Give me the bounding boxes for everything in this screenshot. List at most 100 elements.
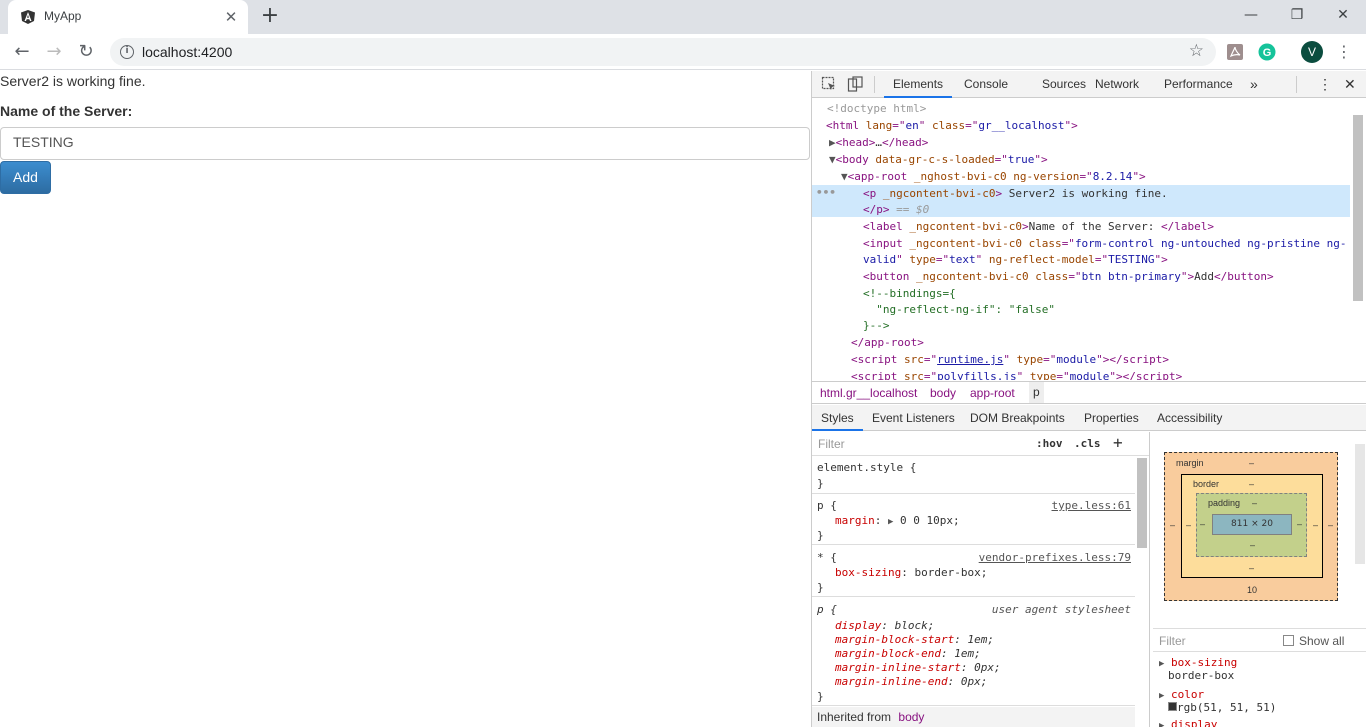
pdf-extension-icon[interactable] [1226, 43, 1244, 61]
inspect-icon[interactable] [821, 76, 837, 92]
tab-styles[interactable]: Styles [812, 405, 863, 431]
breadcrumb-html[interactable]: html.gr__localhost [820, 386, 917, 400]
tab-performance[interactable]: Performance [1164, 71, 1233, 98]
server-name-label: Name of the Server: [0, 103, 133, 119]
bookmark-star-icon[interactable]: ☆ [1189, 41, 1204, 61]
border-bottom-value: – [1249, 563, 1255, 573]
box-sizing-declaration[interactable]: box-sizing: border-box; [835, 566, 987, 580]
p-close-node: </p> == $0 [863, 203, 930, 216]
styles-scrollbar[interactable] [1137, 458, 1147, 548]
star-selector: * { [817, 551, 837, 564]
breadcrumb-p[interactable]: p [1029, 382, 1044, 403]
ua-display: display: block; [835, 619, 935, 632]
reload-icon[interactable]: ↻ [73, 39, 99, 65]
box-model-border: border – – – – padding – – – – 811 × 20 [1181, 474, 1323, 578]
rule-p-type-less: p { type.less:61 margin: ▶ 0 0 10px; } [812, 495, 1135, 545]
address-bar[interactable]: i localhost:4200 ☆ [110, 38, 1216, 66]
more-tabs-icon[interactable]: » [1250, 71, 1258, 98]
tab-elements[interactable]: Elements [884, 71, 953, 98]
styles-filter-input[interactable]: Filter [818, 437, 845, 451]
border-right-value: – [1313, 520, 1319, 530]
menu-icon[interactable]: ⋮ [1336, 41, 1352, 63]
info-icon[interactable]: i [120, 45, 134, 59]
tab-properties[interactable]: Properties [1084, 405, 1139, 431]
p-node[interactable]: <p _ngcontent-bvi-c0> Server2 is working… [863, 186, 1168, 202]
hov-button[interactable]: :hov [1036, 437, 1063, 450]
padding-right-value: – [1297, 519, 1303, 529]
new-tab-icon[interactable]: + [258, 5, 282, 29]
new-rule-icon[interactable]: + [1113, 433, 1123, 452]
rule-star-vendor: * { vendor-prefixes.less:79 box-sizing: … [812, 546, 1135, 597]
tab-accessibility[interactable]: Accessibility [1157, 405, 1222, 431]
close-icon[interactable]: ✕ [222, 8, 240, 26]
styles-filter-bar: Filter :hov .cls + [812, 432, 1149, 456]
ua-margin-inline-end: margin-inline-end: 0px; [835, 675, 988, 688]
cls-button[interactable]: .cls [1074, 437, 1101, 450]
app-root-node[interactable]: ▼<app-root _nghost-bvi-c0 ng-version="8.… [841, 169, 1146, 185]
script-polyfills-node[interactable]: <script src="polyfills.js" type="module"… [851, 369, 1182, 380]
tab-event-listeners[interactable]: Event Listeners [872, 405, 955, 431]
body-node[interactable]: ▼<body data-gr-c-s-loaded="true"> [829, 152, 1048, 168]
separator [1296, 76, 1297, 93]
status-message: Server2 is working fine. [0, 73, 146, 89]
angular-icon [21, 10, 35, 24]
avatar[interactable]: V [1301, 41, 1323, 63]
breadcrumb-app-root[interactable]: app-root [970, 386, 1015, 400]
comment-line-3: }--> [863, 319, 890, 332]
computed-scrollbar[interactable] [1355, 444, 1365, 564]
browser-tab[interactable]: MyApp ✕ [8, 0, 248, 34]
grammarly-icon[interactable]: G [1258, 43, 1276, 61]
source-link-vendor-prefixes[interactable]: vendor-prefixes.less:79 [979, 551, 1131, 564]
margin-declaration[interactable]: margin: ▶ 0 0 10px; [835, 514, 960, 529]
computed-color[interactable]: ▶ color rgb(51, 51, 51) [1159, 688, 1276, 714]
color-swatch[interactable] [1168, 702, 1177, 711]
computed-pane: margin – – – 10 border – – – – padding –… [1153, 432, 1366, 727]
ellipsis-icon[interactable]: ••• [816, 185, 836, 201]
dom-tree: <!doctype html> <html lang="en" class="g… [812, 99, 1352, 380]
breadcrumb: html.gr__localhost body app-root p [812, 381, 1366, 404]
svg-text:G: G [1263, 47, 1272, 59]
computed-filter-input[interactable]: Filter [1159, 634, 1186, 648]
inherited-body-link[interactable]: body [898, 710, 924, 724]
restore-icon[interactable]: ❐ [1274, 0, 1320, 30]
head-node[interactable]: ▶<head>…</head> [829, 135, 928, 151]
tab-console[interactable]: Console [964, 71, 1008, 98]
box-model-content: 811 × 20 [1212, 514, 1292, 535]
tab-strip: MyApp ✕ + — ❐ ✕ [0, 0, 1366, 34]
server-name-input[interactable]: TESTING [0, 127, 810, 160]
ua-margin-block-end: margin-block-end: 1em; [835, 647, 981, 660]
box-model-padding: padding – – – – 811 × 20 [1196, 493, 1307, 557]
forward-icon[interactable]: → [41, 39, 67, 65]
inherited-from-label: Inherited from [817, 710, 892, 724]
border-left-value: – [1186, 520, 1192, 530]
computed-display[interactable]: ▶ display [1159, 718, 1217, 727]
minimize-icon[interactable]: — [1228, 0, 1274, 30]
breadcrumb-body[interactable]: body [930, 386, 956, 400]
styles-tabbar: Styles Event Listeners DOM Breakpoints P… [812, 405, 1366, 431]
dom-scrollbar[interactable] [1353, 115, 1363, 301]
add-button[interactable]: Add [0, 161, 51, 194]
close-brace: } [817, 690, 824, 703]
show-all-checkbox[interactable] [1283, 635, 1294, 646]
computed-box-sizing[interactable]: ▶ box-sizing border-box [1159, 656, 1237, 682]
close-brace: } [817, 477, 824, 490]
html-node[interactable]: <html lang="en" class="gr__localhost"> [826, 118, 1078, 134]
label-node[interactable]: <label _ngcontent-bvi-c0>Name of the Ser… [863, 219, 1214, 235]
script-runtime-node[interactable]: <script src="runtime.js" type="module"><… [851, 352, 1169, 368]
tab-sources[interactable]: Sources [1042, 71, 1086, 98]
tab-network[interactable]: Network [1095, 71, 1139, 98]
tab-title: MyApp [44, 9, 82, 23]
browser-toolbar: ← → ↻ i localhost:4200 ☆ G V ⋮ [0, 34, 1366, 70]
ua-margin-block-start: margin-block-start: 1em; [835, 633, 994, 646]
devtools-menu-icon[interactable]: ⋮ [1318, 71, 1332, 98]
tab-dom-breakpoints[interactable]: DOM Breakpoints [970, 405, 1065, 431]
window-close-icon[interactable]: ✕ [1320, 0, 1366, 30]
button-node[interactable]: <button _ngcontent-bvi-c0 class="btn btn… [863, 269, 1274, 285]
source-link-type-less[interactable]: type.less:61 [1052, 499, 1131, 512]
devtools-close-icon[interactable]: ✕ [1344, 71, 1356, 98]
user-agent-label: user agent stylesheet [991, 603, 1131, 616]
padding-bottom-value: – [1250, 540, 1256, 550]
input-node[interactable]: <input _ngcontent-bvi-c0 class="form-con… [863, 236, 1346, 252]
back-icon[interactable]: ← [9, 39, 35, 65]
device-toggle-icon[interactable] [847, 76, 863, 92]
